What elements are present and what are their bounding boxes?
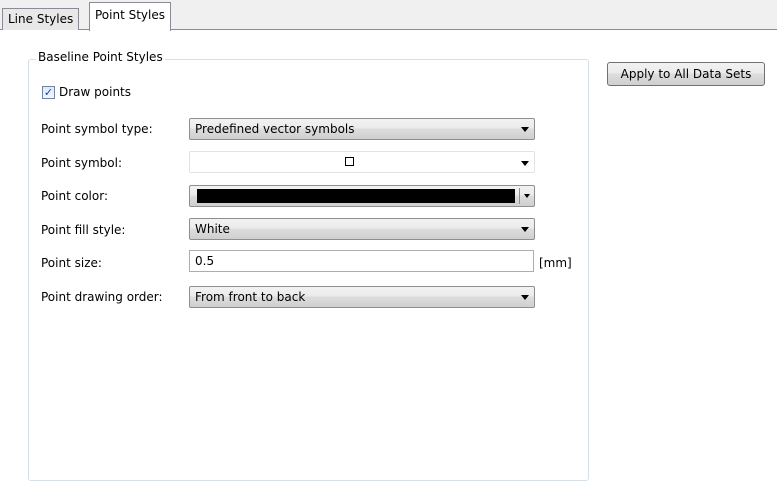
- size-label: Point size:: [41, 256, 102, 270]
- tab-point-styles[interactable]: Point Styles: [89, 2, 172, 31]
- group-title: Baseline Point Styles: [36, 50, 165, 65]
- draw-points-label[interactable]: Draw points: [59, 85, 131, 100]
- chevron-down-icon: [521, 127, 529, 132]
- chevron-down-icon: [521, 227, 529, 232]
- symbol-type-value: Predefined vector symbols: [195, 122, 355, 136]
- symbol-dropdown[interactable]: [189, 151, 535, 173]
- apply-to-all-button[interactable]: Apply to All Data Sets: [607, 62, 765, 86]
- draw-points-checkbox[interactable]: ✓: [42, 86, 55, 99]
- chevron-down-icon: [521, 295, 529, 300]
- tab-line-styles[interactable]: Line Styles: [2, 8, 80, 30]
- color-swatch: [197, 189, 515, 203]
- color-label: Point color:: [41, 189, 108, 203]
- symbol-type-dropdown[interactable]: Predefined vector symbols: [189, 118, 535, 140]
- fill-style-value: White: [195, 222, 230, 236]
- fill-style-dropdown[interactable]: White: [189, 218, 535, 240]
- point-size-input[interactable]: 0.5: [189, 250, 534, 272]
- color-dropdown[interactable]: [189, 185, 535, 207]
- hollow-square-icon: [345, 157, 354, 166]
- tab-strip: Line Styles Point Styles: [0, 0, 777, 31]
- point-styles-panel: Line Styles Point Styles Baseline Point …: [0, 0, 777, 493]
- drawing-order-dropdown[interactable]: From front to back: [189, 286, 535, 308]
- drawing-order-value: From front to back: [195, 290, 306, 304]
- size-unit: [mm]: [539, 256, 572, 270]
- check-icon: ✓: [43, 86, 54, 99]
- symbol-type-label: Point symbol type:: [41, 122, 153, 136]
- divider: [519, 188, 520, 204]
- drawing-order-label: Point drawing order:: [41, 290, 163, 304]
- fill-style-label: Point fill style:: [41, 223, 126, 237]
- chevron-down-icon: [521, 161, 529, 166]
- chevron-down-icon: [524, 194, 530, 198]
- symbol-label: Point symbol:: [41, 156, 122, 170]
